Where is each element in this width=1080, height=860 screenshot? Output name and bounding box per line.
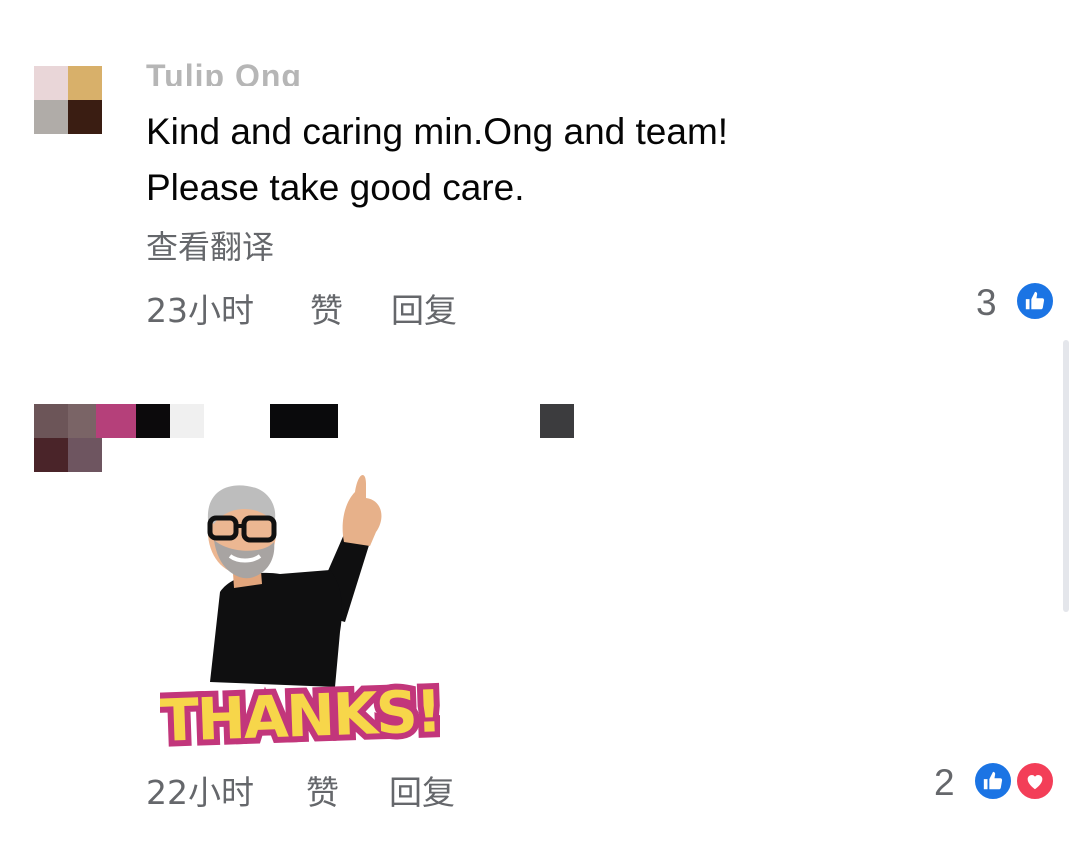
comment-timestamp[interactable]: 23小时 xyxy=(146,284,254,332)
redacted-name xyxy=(540,404,574,438)
see-translation-link[interactable]: 查看翻译 xyxy=(146,222,274,268)
like-icon[interactable] xyxy=(1014,280,1056,322)
scrollbar[interactable] xyxy=(1063,340,1069,612)
redacted-name xyxy=(270,404,338,438)
love-icon[interactable] xyxy=(1014,760,1056,802)
comment-author-name[interactable]: Tulip Ong xyxy=(146,56,326,86)
redacted-name xyxy=(170,404,204,438)
like-link[interactable]: 赞 xyxy=(306,766,339,814)
redacted-name xyxy=(136,404,170,438)
reply-link[interactable]: 回复 xyxy=(389,766,455,814)
reaction-count[interactable]: 3 xyxy=(976,282,997,324)
like-link[interactable]: 赞 xyxy=(310,284,343,332)
comment-text-line: Kind and caring min.Ong and team! xyxy=(146,111,729,152)
comment-text-line: Please take good care. xyxy=(146,167,525,208)
redacted-name xyxy=(96,404,136,438)
comment-timestamp[interactable]: 22小时 xyxy=(146,766,254,814)
thanks-sticker[interactable]: THANKS! xyxy=(152,462,447,761)
avatar[interactable] xyxy=(34,404,102,472)
avatar[interactable] xyxy=(34,66,102,134)
reaction-count[interactable]: 2 xyxy=(934,762,955,804)
reply-link[interactable]: 回复 xyxy=(391,284,457,332)
comment-text: Kind and caring min.Ong and team! Please… xyxy=(146,104,966,216)
thanks-sticker-image: THANKS! xyxy=(152,474,447,761)
svg-text:THANKS!: THANKS! xyxy=(160,677,440,752)
like-icon[interactable] xyxy=(972,760,1014,802)
